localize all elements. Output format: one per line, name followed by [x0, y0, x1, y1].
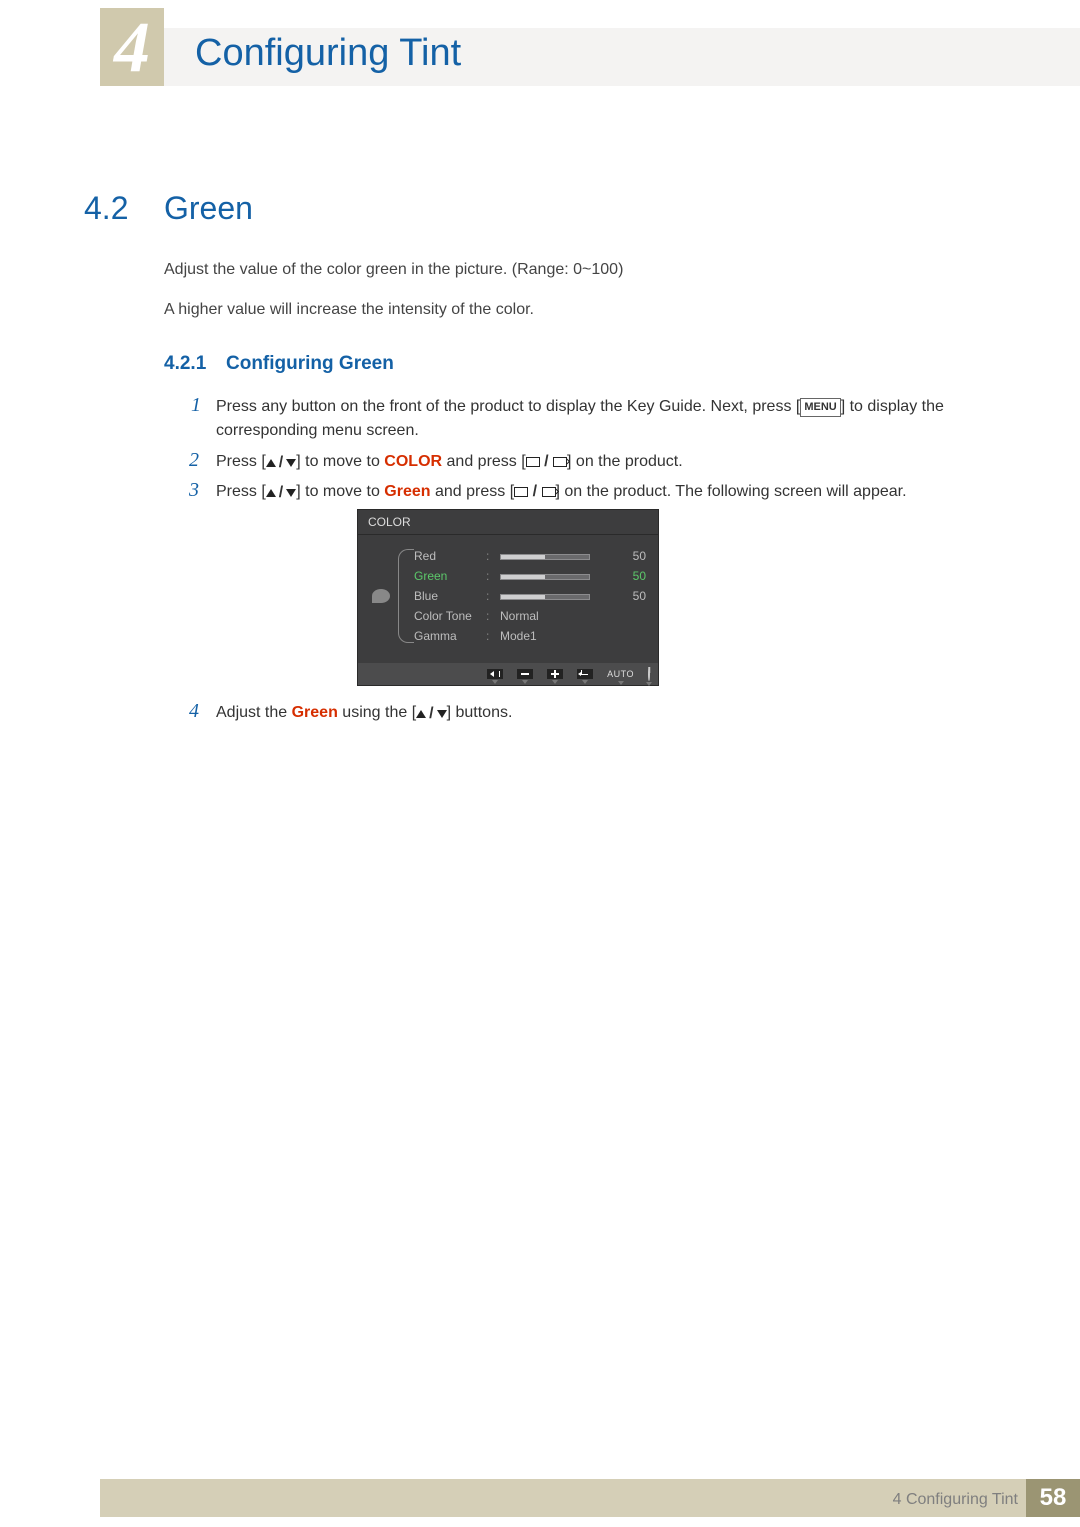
up-down-icon: / — [266, 481, 296, 505]
osd-minus-icon — [517, 669, 533, 679]
menu-arc-decoration — [398, 549, 414, 643]
up-down-icon: / — [416, 702, 446, 726]
osd-num-blue: 50 — [622, 589, 646, 603]
step-3-text: Press [/] to move to Green and press [ /… — [216, 480, 1005, 505]
step-2-part-a: Press [ — [216, 453, 266, 470]
step-1-text: Press any button on the front of the pro… — [216, 395, 1005, 443]
osd-footer: AUTO — [358, 663, 658, 685]
step-3-part-a: Press [ — [216, 483, 266, 500]
osd-num-red: 50 — [622, 549, 646, 563]
osd-body: Red Green Blue Color Tone Gamma ::::: No… — [358, 535, 658, 663]
up-down-icon: / — [266, 451, 296, 475]
osd-bar-red — [500, 549, 614, 563]
section-title: Green — [164, 190, 253, 227]
osd-label-colortone: Color Tone — [414, 609, 478, 623]
step-1-number: 1 — [191, 394, 201, 417]
footer-chapter-ref: 4 Configuring Tint — [893, 1491, 1018, 1509]
step-4-part-b: using the [ — [338, 704, 416, 721]
step-3-part-d: ] on the product. The following screen w… — [556, 483, 907, 500]
step-4-text: Adjust the Green using the [/] buttons. — [216, 701, 1005, 726]
step-4-part-a: Adjust the — [216, 704, 292, 721]
footer-page-number: 58 — [1026, 1479, 1080, 1517]
osd-label-gamma: Gamma — [414, 629, 478, 643]
osd-icon-column — [370, 549, 392, 643]
step-3-part-c: and press [ — [431, 483, 515, 500]
step-2-part-c: and press [ — [442, 453, 526, 470]
keyword-color: COLOR — [384, 453, 442, 470]
monitor-source-icon: / — [514, 483, 555, 500]
osd-color-menu: COLOR Red Green Blue Color Tone Gamma ::… — [358, 510, 658, 685]
chapter-title: Configuring Tint — [195, 32, 461, 75]
osd-values: Normal Mode1 — [500, 549, 614, 643]
menu-badge-icon: MENU — [800, 398, 840, 417]
osd-bar-green — [500, 569, 614, 583]
palette-icon — [372, 589, 390, 603]
osd-value-colortone: Normal — [500, 609, 614, 623]
section-number: 4.2 — [84, 190, 128, 227]
step-2-part-b: ] to move to — [296, 453, 384, 470]
osd-label-red: Red — [414, 549, 478, 563]
monitor-source-icon: / — [526, 453, 567, 470]
step-2-text: Press [/] to move to COLOR and press [ /… — [216, 450, 1005, 475]
osd-label-green: Green — [414, 569, 478, 583]
step-4-part-c: ] buttons. — [447, 704, 513, 721]
keyword-green: Green — [292, 704, 338, 721]
osd-separators: ::::: — [486, 549, 492, 643]
osd-numbers: 50 50 50 — [622, 549, 646, 643]
step-2-part-d: ] on the product. — [567, 453, 683, 470]
osd-value-gamma: Mode1 — [500, 629, 614, 643]
osd-power-icon — [648, 669, 650, 680]
step-3-part-b: ] to move to — [296, 483, 384, 500]
osd-num-green: 50 — [622, 569, 646, 583]
osd-label-blue: Blue — [414, 589, 478, 603]
osd-enter-icon — [577, 669, 593, 679]
osd-plus-icon — [547, 669, 563, 679]
step-3-number: 3 — [189, 479, 199, 502]
keyword-green: Green — [384, 483, 430, 500]
osd-back-icon — [487, 669, 503, 679]
osd-bar-blue — [500, 589, 614, 603]
intro-paragraph-1: Adjust the value of the color green in t… — [164, 258, 990, 282]
chapter-number-box: 4 — [100, 8, 164, 86]
step-2-number: 2 — [189, 449, 199, 472]
step-1-part-a: Press any button on the front of the pro… — [216, 398, 800, 415]
osd-title: COLOR — [358, 510, 658, 535]
subsection-title: Configuring Green — [226, 353, 394, 375]
subsection-number: 4.2.1 — [164, 353, 206, 375]
intro-paragraph-2: A higher value will increase the intensi… — [164, 298, 990, 322]
step-4-number: 4 — [189, 700, 199, 723]
osd-auto-label: AUTO — [607, 669, 634, 679]
